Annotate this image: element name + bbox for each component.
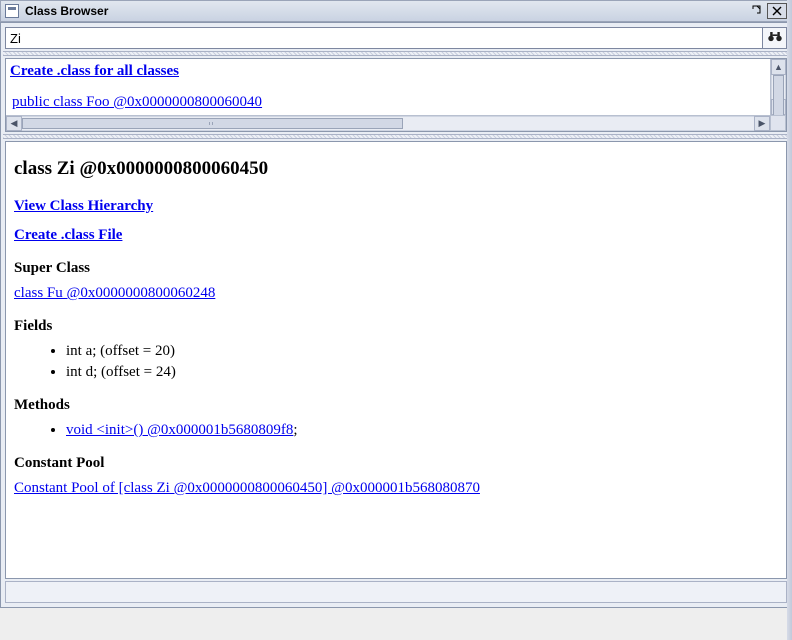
methods-heading: Methods <box>14 397 778 414</box>
methods-list: void <init>() @0x000001b5680809f8; <box>14 422 778 439</box>
super-class-heading: Super Class <box>14 260 778 277</box>
constant-pool-heading: Constant Pool <box>14 455 778 472</box>
constant-pool-link[interactable]: Constant Pool of [class Zi @0x0000000800… <box>14 480 480 496</box>
binoculars-icon <box>767 29 783 48</box>
status-bar <box>5 581 787 603</box>
results-pane: Create .class for all classes public cla… <box>5 58 787 132</box>
restore-window-button[interactable] <box>745 3 765 19</box>
window-right-edge <box>787 0 792 640</box>
method-item: void <init>() @0x000001b5680809f8; <box>66 422 778 439</box>
fields-list: int a; (offset = 20) int d; (offset = 24… <box>14 343 778 381</box>
view-hierarchy-link[interactable]: View Class Hierarchy <box>14 198 778 215</box>
separator <box>3 51 789 56</box>
field-item: int d; (offset = 24) <box>66 364 778 381</box>
detail-pane: class Zi @0x0000000800060450 View Class … <box>5 141 787 579</box>
scroll-track[interactable] <box>771 75 786 99</box>
result-line-foo[interactable]: public class Foo @0x0000000800060040 <box>12 94 262 110</box>
content-frame: Create .class for all classes public cla… <box>0 22 792 608</box>
hscroll-thumb[interactable] <box>22 118 403 129</box>
search-input[interactable] <box>5 27 763 49</box>
scroll-up-arrow-icon[interactable]: ▲ <box>771 59 786 75</box>
app-icon <box>5 4 19 18</box>
fields-heading: Fields <box>14 318 778 335</box>
results-horizontal-scrollbar[interactable]: ◀ ▶ <box>6 115 770 131</box>
search-button[interactable] <box>763 27 787 49</box>
separator <box>3 134 789 139</box>
scroll-corner <box>770 115 786 131</box>
class-heading: class Zi @0x0000000800060450 <box>14 158 778 180</box>
create-class-file-link[interactable]: Create .class File <box>14 227 778 244</box>
method-link[interactable]: void <init>() @0x000001b5680809f8 <box>66 422 293 438</box>
scroll-right-arrow-icon[interactable]: ▶ <box>754 116 770 131</box>
close-window-button[interactable] <box>767 3 787 19</box>
search-row <box>3 25 789 51</box>
title-bar: Class Browser <box>0 0 792 22</box>
window-title: Class Browser <box>25 4 108 18</box>
scroll-left-arrow-icon[interactable]: ◀ <box>6 116 22 131</box>
results-vertical-scrollbar[interactable]: ▲ ▼ <box>770 59 786 115</box>
method-suffix: ; <box>293 422 297 438</box>
hscroll-track[interactable] <box>22 116 754 131</box>
create-all-classes-link[interactable]: Create .class for all classes <box>10 63 179 79</box>
field-item: int a; (offset = 20) <box>66 343 778 360</box>
super-class-link[interactable]: class Fu @0x0000000800060248 <box>14 285 215 301</box>
